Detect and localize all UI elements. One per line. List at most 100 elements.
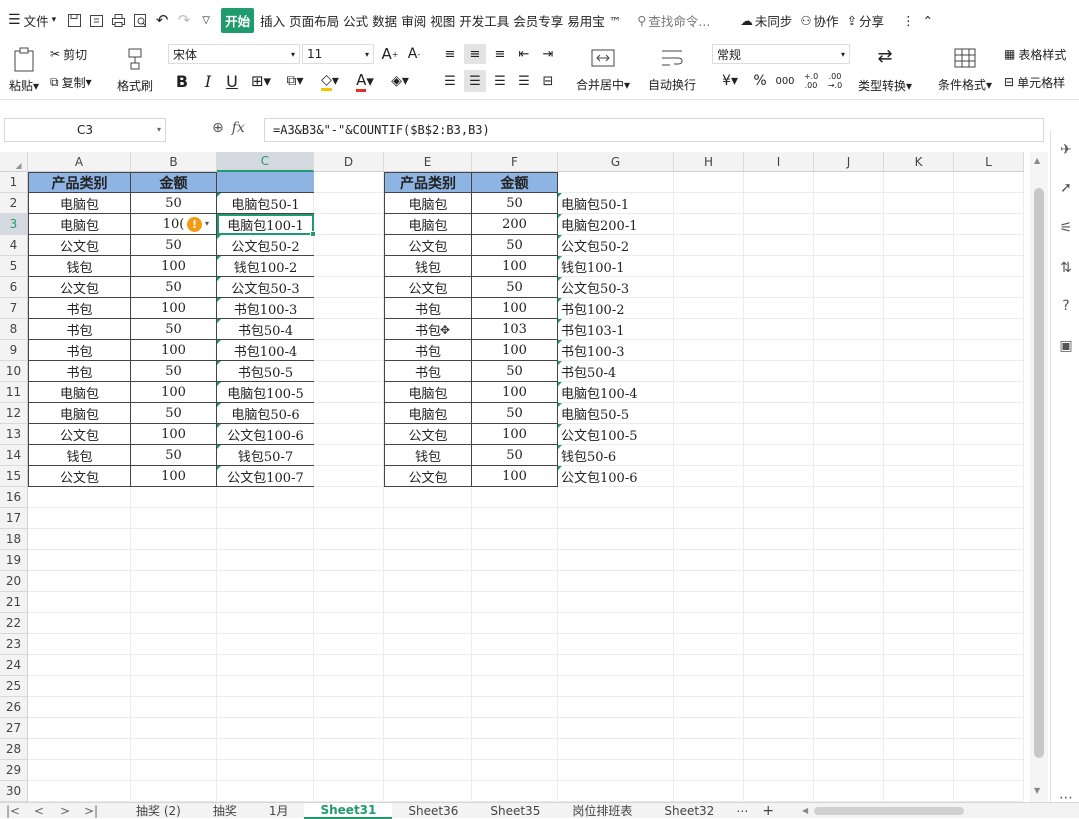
grid-cell[interactable] (814, 466, 884, 487)
grid-cell[interactable] (884, 403, 954, 424)
warning-dropdown-icon[interactable]: ▾ (205, 219, 209, 228)
table2-cell-amount[interactable]: 100 (472, 298, 558, 319)
grid-cell[interactable] (384, 508, 472, 529)
table2-cell-category[interactable]: 书包 (384, 340, 472, 361)
grid-cell[interactable] (314, 277, 384, 298)
grid-cell[interactable] (314, 760, 384, 781)
border-icon[interactable]: ⊞▾ (246, 70, 276, 92)
grid-cell[interactable] (884, 193, 954, 214)
copy-button[interactable]: ⧉ 复制 ▾ (50, 72, 92, 92)
grid-cell[interactable] (884, 676, 954, 697)
grid-cell[interactable] (131, 655, 217, 676)
grid-cell[interactable] (814, 697, 884, 718)
scroll-down-icon[interactable]: ▼ (1034, 786, 1040, 795)
grid-cell[interactable] (884, 445, 954, 466)
table2-header-cell[interactable]: 金额 (472, 172, 558, 193)
grid-cell[interactable] (954, 571, 1024, 592)
table2-cell-key[interactable]: 电脑包50-5 (558, 403, 674, 424)
fill-handle[interactable] (310, 231, 316, 237)
grid-cell[interactable] (744, 172, 814, 193)
grid-cell[interactable] (814, 781, 884, 802)
row-header-15[interactable]: 15 (0, 466, 28, 487)
grid-cell[interactable] (558, 172, 674, 193)
grid-cell[interactable] (472, 634, 558, 655)
grid-cell[interactable] (954, 529, 1024, 550)
grid-cell[interactable] (472, 613, 558, 634)
grid-cell[interactable] (131, 676, 217, 697)
table2-cell-category[interactable]: 电脑包 (384, 403, 472, 424)
grid-cell[interactable] (314, 256, 384, 277)
grid-cell[interactable] (954, 613, 1024, 634)
grid-cell[interactable] (884, 550, 954, 571)
grid-cell[interactable] (384, 613, 472, 634)
grid-cell[interactable] (744, 214, 814, 235)
grid-cell[interactable] (744, 319, 814, 340)
grid-cell[interactable] (131, 718, 217, 739)
justify-icon[interactable]: ☰ (514, 70, 534, 92)
grid-cell[interactable] (884, 781, 954, 802)
grid-cell[interactable] (314, 529, 384, 550)
grid-cell[interactable] (954, 445, 1024, 466)
table1-cell-category[interactable]: 书包 (28, 361, 131, 382)
grid-cell[interactable] (314, 319, 384, 340)
grid-cell[interactable] (674, 235, 744, 256)
grid-cell[interactable] (674, 382, 744, 403)
grid-cell[interactable] (884, 361, 954, 382)
column-header-j[interactable]: J (814, 152, 884, 172)
grid-cell[interactable] (558, 613, 674, 634)
grid-cell[interactable] (384, 718, 472, 739)
table2-cell-category[interactable]: 公文包 (384, 424, 472, 445)
grid-cell[interactable] (217, 487, 314, 508)
grid-cell[interactable] (744, 277, 814, 298)
column-header-d[interactable]: D (314, 152, 384, 172)
grid-cell[interactable] (954, 319, 1024, 340)
grid-cell[interactable] (954, 760, 1024, 781)
grid-cell[interactable] (954, 424, 1024, 445)
grid-cell[interactable] (744, 298, 814, 319)
align-middle-icon[interactable]: ≡ (464, 44, 486, 64)
table1-cell-amount[interactable]: 100 (131, 256, 217, 277)
grid-cell[interactable] (674, 529, 744, 550)
row-header-9[interactable]: 9 (0, 340, 28, 361)
grid-cell[interactable] (217, 781, 314, 802)
row-header-5[interactable]: 5 (0, 256, 28, 277)
collaborate-button[interactable]: ⚇ 协作 (800, 11, 838, 30)
save-icon[interactable] (66, 12, 82, 28)
grid-cell[interactable] (744, 361, 814, 382)
grid-cell[interactable] (314, 613, 384, 634)
grid-cell[interactable] (674, 403, 744, 424)
cursor-icon[interactable]: ➚ (1057, 180, 1075, 198)
grid-cell[interactable] (744, 655, 814, 676)
format-painter-button[interactable]: 格式刷 (112, 42, 158, 98)
grid-cell[interactable] (954, 781, 1024, 802)
grid-cell[interactable] (384, 739, 472, 760)
number-format-select[interactable]: 常规 ▾ (712, 44, 850, 64)
grid-cell[interactable] (744, 739, 814, 760)
grid-cell[interactable] (674, 193, 744, 214)
grid-cell[interactable] (814, 760, 884, 781)
more-menu-icon[interactable]: ⋮ (902, 13, 915, 28)
grid-cell[interactable] (744, 508, 814, 529)
grid-cell[interactable] (217, 739, 314, 760)
table2-cell-key[interactable]: 电脑包50-1 (558, 193, 674, 214)
italic-button[interactable]: I (198, 70, 218, 92)
grid-cell[interactable] (744, 340, 814, 361)
grid-cell[interactable] (558, 592, 674, 613)
grid-cell[interactable] (744, 550, 814, 571)
grid-cell[interactable] (28, 634, 131, 655)
grid-cell[interactable] (384, 760, 472, 781)
table2-cell-category[interactable]: 电脑包 (384, 214, 472, 235)
grid-cell[interactable] (744, 445, 814, 466)
sheet-tab[interactable]: Sheet36 (392, 803, 474, 819)
tab-review[interactable]: 审阅 (401, 11, 426, 30)
sheet-tab[interactable]: 抽奖 (197, 803, 253, 819)
table1-cell-category[interactable]: 电脑包 (28, 403, 131, 424)
table1-header-cell[interactable]: 金额 (131, 172, 217, 193)
grid-cell[interactable] (954, 361, 1024, 382)
grid-cell[interactable] (954, 256, 1024, 277)
grid-cell[interactable] (558, 718, 674, 739)
grid-cell[interactable] (131, 592, 217, 613)
grid-cell[interactable] (674, 487, 744, 508)
grid-cell[interactable] (814, 193, 884, 214)
table2-cell-key[interactable]: 钱包50-6 (558, 445, 674, 466)
